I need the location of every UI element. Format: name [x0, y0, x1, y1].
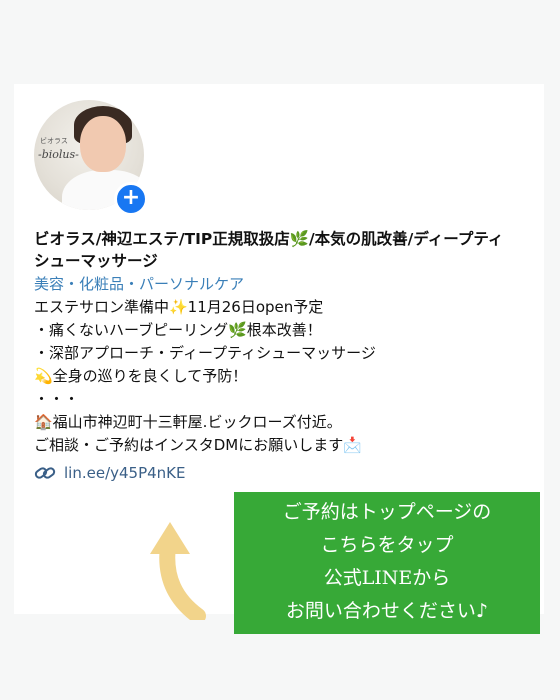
line-callout: ご予約はトップページの こちらをタップ 公式LINEから お問い合わせください♪	[234, 492, 540, 634]
callout-line: 公式LINEから	[323, 567, 451, 589]
profile-link-text[interactable]: lin.ee/y45P4nKE	[64, 462, 186, 484]
profile-category[interactable]: 美容・化粧品・パーソナルケア	[34, 273, 244, 295]
bio-line: 💫全身の巡りを良くして予防！	[34, 367, 248, 385]
avatar-brand-small: ビオラス	[40, 137, 68, 145]
callout-line: お問い合わせください♪	[285, 600, 489, 622]
bio-line: ・・・	[34, 390, 80, 408]
profile-bio: エステサロン準備中✨11月26日open予定 ・痛くないハーブピーリング🌿根本改…	[34, 296, 514, 457]
callout-line: こちらをタップ	[320, 534, 454, 556]
link-chain-icon	[34, 465, 56, 481]
bio-line: ・痛くないハーブピーリング🌿根本改善！	[34, 321, 322, 339]
bio-line: ・深部アプローチ・ディープティシューマッサージ	[34, 344, 376, 362]
follow-plus-icon[interactable]: +	[114, 182, 148, 216]
callout-line: ご予約はトップページの	[282, 501, 492, 523]
bio-line: 🏠福山市神辺町十三軒屋.ビックローズ付近。	[34, 413, 342, 431]
bio-line: ご相談・ご予約はインスタDMにお願いします📩	[34, 436, 362, 454]
avatar-face	[80, 116, 126, 172]
curved-arrow-icon	[150, 522, 206, 620]
profile-name: ビオラス/神辺エステ/TIP正規取扱店🌿/本気の肌改善/ディープティシューマッサ…	[34, 230, 504, 270]
bio-line: エステサロン準備中✨11月26日open予定	[34, 298, 324, 316]
avatar-brand: -biolus-	[38, 148, 79, 161]
profile-link[interactable]: lin.ee/y45P4nKE	[34, 462, 186, 484]
